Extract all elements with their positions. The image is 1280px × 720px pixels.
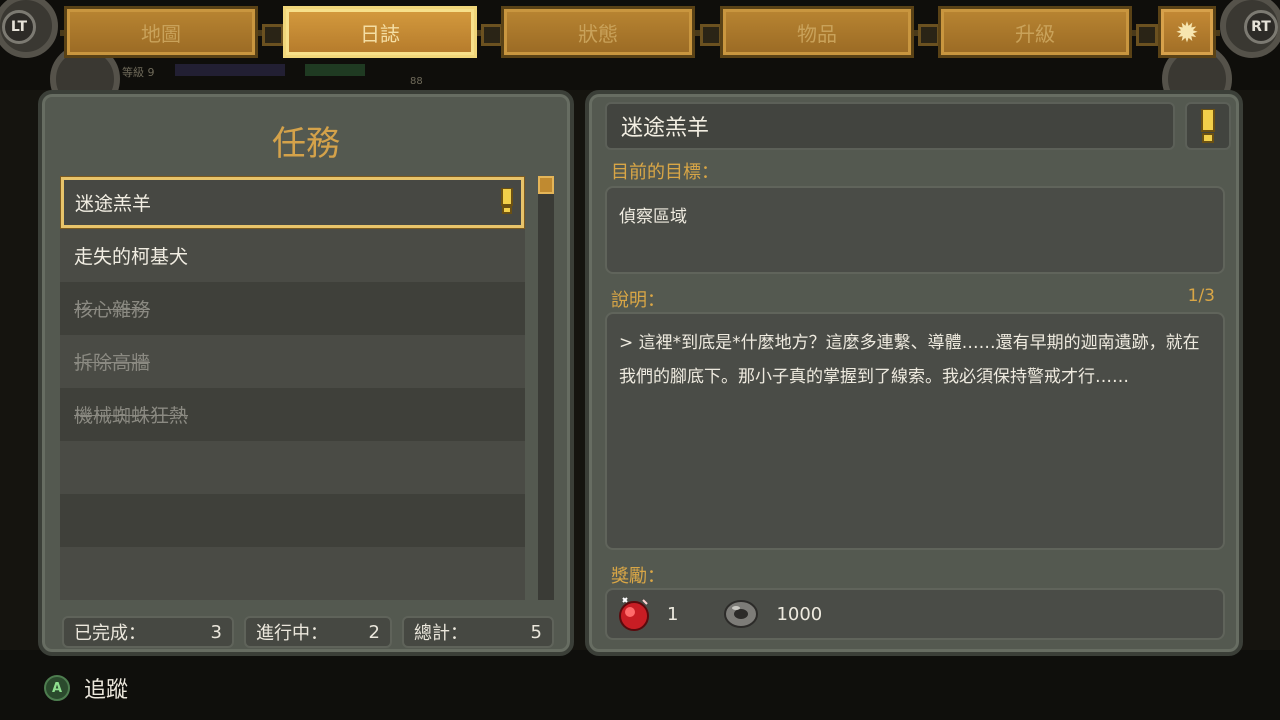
objective-box: 偵察區域 [605,186,1225,274]
xp-bar [175,64,285,76]
track-marker[interactable] [1185,102,1231,150]
scrollbar[interactable] [538,176,554,600]
in-progress-count: 進行中： 2 [244,616,392,648]
rt-button[interactable]: RT [1244,10,1278,44]
health-bar [305,64,365,76]
quest-item-spider-frenzy[interactable]: 機械蜘蛛狂熱 [60,388,525,441]
description-label: 說明： [611,290,665,311]
description-text: > 這裡*到底是*什麼地方？這麼多連繫、導體……還有早期的迦南遺跡，就在我們的腳… [619,333,1200,387]
hud-value: 88 [410,76,423,87]
quest-item-demolish-wall[interactable]: 拆除高牆 [60,335,525,388]
quest-item-lost-lamb[interactable]: 迷途羔羊 [60,176,525,229]
in-progress-label: 進行中： [256,623,328,644]
lt-button[interactable]: LT [2,10,36,44]
tab-upgrade[interactable]: 升級 [938,6,1132,58]
red-gem-icon [619,597,649,631]
tab-status[interactable]: 狀態 [501,6,695,58]
tab-map[interactable]: 地圖 [64,6,258,58]
reward-box: 1 1000 [605,588,1225,640]
objective-label: 目前的目標： [611,162,719,183]
exclamation-icon [501,188,513,214]
level-text: 等級 9 [122,66,155,79]
quest-name: 拆除高牆 [74,352,151,374]
tab-items[interactable]: 物品 [720,6,914,58]
objective-text: 偵察區域 [619,207,687,227]
tab-connector [262,24,284,46]
scroll-thumb[interactable] [538,176,554,194]
quest-item-lost-corgi[interactable]: 走失的柯基犬 [60,229,525,282]
completed-label: 已完成： [74,623,146,644]
tab-journal[interactable]: 日誌 [283,6,477,58]
reward-item: 1 [617,596,678,632]
tab-connector [918,24,940,46]
bottom-background [0,650,1280,720]
tab-connector [481,24,503,46]
gear-part-icon [724,600,759,628]
tab-connector [700,24,722,46]
quest-detail-panel: 迷途羔羊 目前的目標： 偵察區域 說明： 1/3 > 這裡*到底是*什麼地方？這… [585,90,1243,656]
track-label: 追蹤 [84,678,129,703]
a-button-icon: A [44,675,70,701]
panel-title: 任務 [272,124,340,164]
in-progress-value: 2 [368,621,380,643]
description-box[interactable]: > 這裡*到底是*什麼地方？這麼多連繫、導體……還有早期的迦南遺跡，就在我們的腳… [605,312,1225,550]
completed-count: 已完成： 3 [62,616,234,648]
gear-icon: ✹ [1175,15,1199,49]
quest-item-core-chores[interactable]: 核心雜務 [60,282,525,335]
reward-value: 1 [667,603,679,625]
settings-button[interactable]: ✹ [1158,6,1216,58]
tab-connector [1136,24,1158,46]
total-label: 總計： [414,623,468,644]
quest-list: 迷途羔羊 走失的柯基犬 核心雜務 拆除高牆 機械蜘蛛狂熱 [60,176,525,600]
completed-value: 3 [210,621,222,643]
reward-label: 獎勵： [611,566,665,587]
reward-item: 1000 [722,598,822,630]
empty-row [60,494,525,547]
total-count: 總計： 5 [402,616,554,648]
quest-name: 迷途羔羊 [75,193,152,215]
empty-row [60,441,525,494]
quest-name: 走失的柯基犬 [74,246,189,268]
reward-value: 1000 [776,603,823,625]
exclamation-icon [1201,109,1215,143]
quest-name: 機械蜘蛛狂熱 [74,405,189,427]
quest-name: 核心雜務 [74,299,151,321]
top-navigation: LT RT 地圖 日誌 狀態 物品 升級 ✹ 等級 9 88 [0,0,1280,114]
total-value: 5 [530,621,542,643]
page-indicator: 1/3 [1187,286,1215,306]
footer-track[interactable]: A 追蹤 [44,672,128,704]
empty-row [60,547,525,600]
quest-panel: 任務 迷途羔羊 走失的柯基犬 核心雜務 拆除高牆 機械蜘蛛狂熱 已完成： 3 進… [38,90,574,656]
quest-detail-title: 迷途羔羊 [605,102,1175,150]
